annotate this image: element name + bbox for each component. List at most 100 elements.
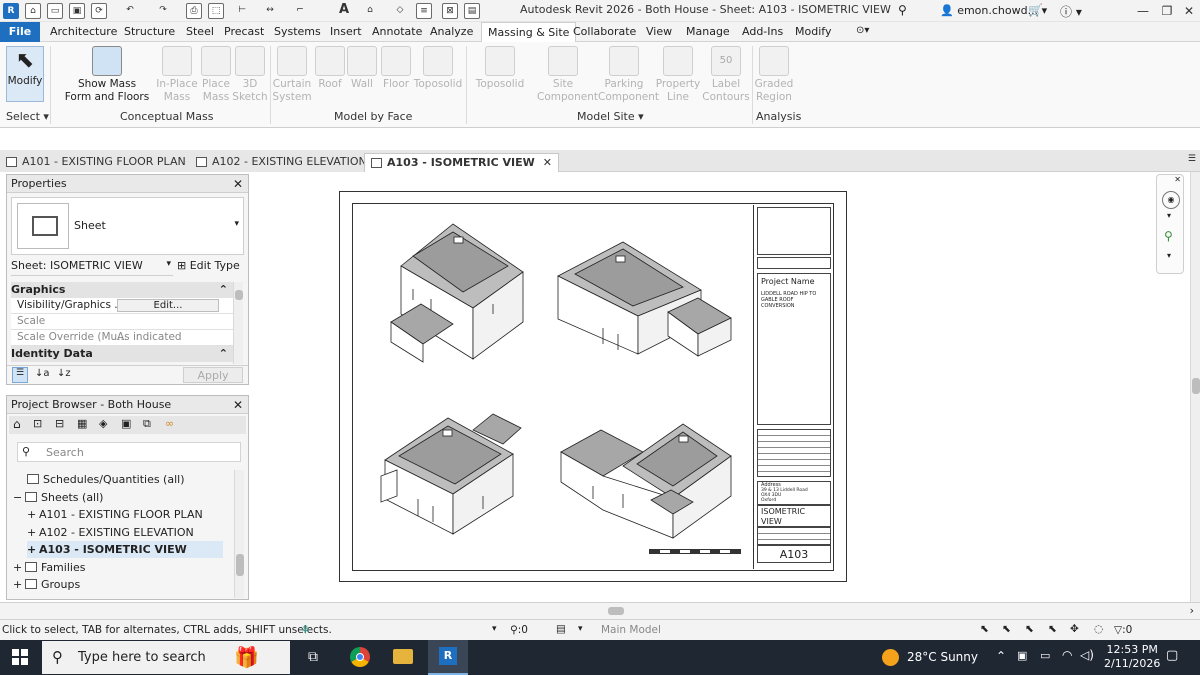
ribbon-options-icon[interactable]: ⊙▾ bbox=[856, 25, 869, 36]
close-hidden-icon[interactable]: ⊠ bbox=[442, 3, 458, 19]
tab-steel[interactable]: Steel bbox=[180, 22, 220, 42]
tab-view[interactable]: View bbox=[640, 22, 678, 42]
clock[interactable]: 12:53 PM 2/11/2026 bbox=[1104, 643, 1160, 671]
canvas-hscroll[interactable]: › bbox=[0, 602, 1200, 619]
sync-icon[interactable]: ⟳ bbox=[91, 3, 107, 19]
undo-icon[interactable]: ↶ bbox=[122, 3, 138, 19]
keyword-search-icon[interactable]: ⚲ bbox=[898, 3, 907, 17]
tab-massing-site[interactable]: Massing & Site bbox=[481, 22, 577, 43]
legends-icon[interactable]: ⊟ bbox=[55, 417, 64, 430]
section-graphics[interactable]: Graphics ⌃ bbox=[11, 282, 233, 298]
tag-icon[interactable]: ⌐ bbox=[292, 3, 308, 19]
scroll-right-icon[interactable]: › bbox=[1190, 604, 1194, 617]
site-site-component-button[interactable]: Site Component bbox=[537, 46, 598, 104]
expand-icon[interactable]: + bbox=[27, 541, 39, 558]
design-options-icon[interactable]: ▤ bbox=[556, 623, 566, 635]
section-icon[interactable]: ◇ bbox=[392, 3, 408, 19]
browser-item-sheets-all[interactable]: − Sheets (all) bbox=[13, 489, 103, 506]
help-icon[interactable]: ⓘ ▾ bbox=[1060, 3, 1082, 20]
meet-icon[interactable]: ▣ bbox=[1017, 649, 1027, 662]
revit-app-icon[interactable]: R bbox=[3, 3, 19, 19]
chrome-icon[interactable] bbox=[350, 647, 370, 667]
tab-architecture[interactable]: Architecture bbox=[44, 22, 123, 42]
toposolid-button[interactable]: Toposolid bbox=[412, 46, 464, 91]
redo-icon[interactable]: ↷ bbox=[155, 3, 171, 19]
tab-structure[interactable]: Structure bbox=[118, 22, 181, 42]
expand-icon[interactable]: + bbox=[27, 524, 39, 541]
select-dropdown[interactable]: Select ▾ bbox=[6, 110, 49, 123]
edit-visibility-button[interactable]: Edit... bbox=[117, 299, 219, 312]
file-explorer-icon[interactable] bbox=[393, 649, 413, 664]
chevron-down-icon[interactable]: ▾ bbox=[492, 624, 497, 634]
tab-overflow-icon[interactable]: ☰ bbox=[1188, 154, 1196, 164]
close-icon[interactable]: ✕ bbox=[543, 156, 552, 169]
iso-view-2[interactable] bbox=[557, 241, 732, 357]
site-toposolid-button[interactable]: Toposolid bbox=[474, 46, 526, 91]
browser-item-a101-existing-floor-plan[interactable]: + A101 - EXISTING FLOOR PLAN bbox=[27, 506, 203, 523]
chevron-down-icon[interactable]: ▾ bbox=[578, 624, 583, 634]
tab-collaborate[interactable]: Collaborate bbox=[567, 22, 642, 42]
model-selector[interactable]: Main Model bbox=[601, 624, 661, 636]
export-icon[interactable]: ⬚ bbox=[208, 3, 224, 19]
volume-icon[interactable]: ◁) bbox=[1080, 648, 1094, 662]
close-icon[interactable]: ✕ bbox=[233, 396, 243, 414]
drawing-canvas[interactable]: Project Name LIDDELL ROAD HIP TO GABLE R… bbox=[252, 172, 1200, 602]
cart-icon[interactable]: 🛒 bbox=[1028, 3, 1043, 17]
browser-item-families[interactable]: + Families bbox=[13, 559, 85, 576]
tab-insert[interactable]: Insert bbox=[324, 22, 368, 42]
save-icon[interactable]: ▣ bbox=[69, 3, 85, 19]
tab-systems[interactable]: Systems bbox=[268, 22, 327, 42]
sheets-icon[interactable]: ◈ bbox=[99, 417, 107, 430]
background-process-icon[interactable]: ◌ bbox=[1094, 623, 1103, 635]
wifi-icon[interactable]: ◠ bbox=[1062, 648, 1072, 662]
tab-add-ins[interactable]: Add-Ins bbox=[736, 22, 789, 42]
worksets-icon[interactable]: ⚘ bbox=[300, 623, 311, 637]
steering-wheel-icon[interactable]: ◉ bbox=[1162, 191, 1180, 209]
navbar-close-icon[interactable]: ✕ bbox=[1174, 175, 1181, 184]
site-parking-component-button[interactable]: Parking Component bbox=[598, 46, 659, 104]
expand-icon[interactable]: − bbox=[13, 489, 25, 506]
families-icon[interactable]: ▣ bbox=[121, 417, 131, 430]
print-icon[interactable]: ⎙ bbox=[186, 3, 202, 19]
groups-icon[interactable]: ⧉ bbox=[143, 417, 151, 431]
view-tab-a102-existing-elevation[interactable]: A102 - EXISTING ELEVATION bbox=[190, 153, 373, 172]
tab-manage[interactable]: Manage bbox=[680, 22, 736, 42]
select-underlay-icon[interactable]: ⬉ bbox=[1002, 623, 1011, 635]
show-mass-button[interactable]: Show Mass Form and Floors bbox=[62, 46, 152, 104]
battery-icon[interactable]: ▭ bbox=[1040, 649, 1050, 662]
view-tab-a103-isometric-view[interactable]: A103 - ISOMETRIC VIEW ✕ bbox=[364, 153, 559, 172]
categorize-icon[interactable]: ☰ bbox=[12, 367, 28, 383]
default-3d-icon[interactable]: ⌂ bbox=[362, 3, 378, 19]
expand-icon[interactable]: + bbox=[27, 506, 39, 523]
iso-view-4[interactable] bbox=[560, 423, 732, 539]
tab-annotate[interactable]: Annotate bbox=[366, 22, 428, 42]
site-label-contours-button[interactable]: 50 Label Contours bbox=[700, 46, 752, 104]
tab-analyze[interactable]: Analyze bbox=[424, 22, 479, 42]
edit-type-button[interactable]: ⊞ Edit Type bbox=[177, 259, 240, 272]
iso-view-3[interactable] bbox=[380, 413, 522, 535]
search-input[interactable]: Search bbox=[46, 446, 84, 459]
view-tab-a101-existing-floor-plan[interactable]: A101 - EXISTING FLOOR PLAN bbox=[0, 153, 192, 172]
browser-item-groups[interactable]: + Groups bbox=[13, 576, 80, 593]
dimension-icon[interactable]: ↔ bbox=[262, 3, 278, 19]
tab-file[interactable]: File bbox=[0, 22, 40, 42]
weather-text[interactable]: 28°C Sunny bbox=[907, 650, 978, 664]
browser-scrollbar[interactable] bbox=[234, 470, 244, 598]
thin-lines-icon[interactable]: ≡ bbox=[416, 3, 432, 19]
browser-item-a103-isometric-view[interactable]: + A103 - ISOMETRIC VIEW bbox=[27, 541, 223, 558]
measure-icon[interactable]: ⊢ bbox=[234, 3, 250, 19]
sort-asc-icon[interactable]: ↓a bbox=[35, 368, 50, 379]
close-icon[interactable]: ✕ bbox=[233, 175, 243, 193]
properties-scrollbar[interactable] bbox=[233, 282, 243, 364]
windows-start-icon[interactable] bbox=[12, 649, 28, 665]
tray-chevron-icon[interactable]: ⌃ bbox=[996, 649, 1006, 663]
section-identity-data[interactable]: Identity Data ⌃ bbox=[11, 346, 233, 362]
browser-search[interactable]: ⚲ Search bbox=[17, 442, 241, 462]
instance-selector[interactable]: Sheet: ISOMETRIC VIEW ▾ bbox=[11, 259, 173, 276]
weather-icon[interactable] bbox=[882, 649, 899, 666]
modify-button[interactable]: ⬉ Modify bbox=[6, 46, 44, 102]
revit-taskbar-icon[interactable]: R bbox=[428, 640, 468, 675]
select-links-icon[interactable]: ⬉ bbox=[980, 623, 989, 635]
text-icon[interactable]: A bbox=[336, 3, 352, 19]
site-property-line-button[interactable]: Property Line bbox=[652, 46, 704, 104]
